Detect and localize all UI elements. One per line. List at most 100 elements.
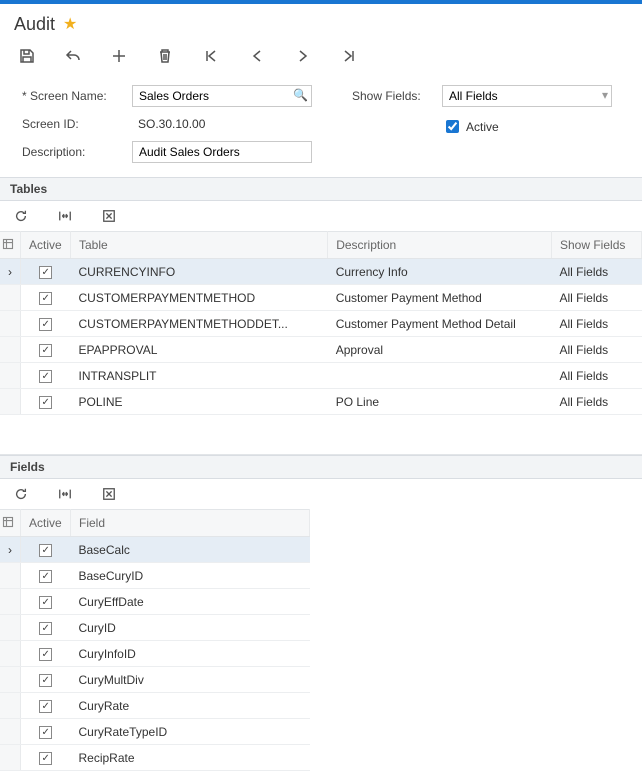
tables-col-showfields[interactable]: Show Fields — [552, 232, 642, 259]
row-description: PO Line — [328, 389, 552, 415]
favorite-star-icon[interactable]: ★ — [63, 17, 77, 33]
fields-col-field[interactable]: Field — [71, 510, 310, 537]
refresh-icon[interactable] — [12, 207, 30, 225]
row-active-checkbox[interactable] — [39, 318, 52, 331]
table-row[interactable]: CuryInfoID — [0, 641, 310, 667]
row-description: Currency Info — [328, 259, 552, 285]
screen-name-input[interactable] — [132, 85, 312, 107]
row-active-checkbox[interactable] — [39, 266, 52, 279]
row-field-name: RecipRate — [71, 745, 310, 771]
fit-columns-icon[interactable] — [56, 207, 74, 225]
row-active-checkbox[interactable] — [39, 292, 52, 305]
undo-icon[interactable] — [64, 47, 82, 65]
row-description: Customer Payment Method Detail — [328, 311, 552, 337]
row-table-name: CURRENCYINFO — [71, 259, 328, 285]
fields-grid-toolbar — [0, 479, 642, 509]
table-row[interactable]: ›CURRENCYINFOCurrency InfoAll Fields — [0, 259, 642, 285]
row-show-fields: All Fields — [552, 285, 642, 311]
refresh-icon[interactable] — [12, 485, 30, 503]
table-row[interactable]: CuryID — [0, 615, 310, 641]
export-icon[interactable] — [100, 207, 118, 225]
row-show-fields: All Fields — [552, 311, 642, 337]
table-row[interactable]: › BaseCalc — [0, 537, 310, 563]
show-fields-select[interactable] — [442, 85, 612, 107]
table-row[interactable]: INTRANSPLITAll Fields — [0, 363, 642, 389]
row-selector[interactable] — [0, 311, 21, 337]
row-field-name: CuryRateTypeID — [71, 719, 310, 745]
show-fields-label: Show Fields: — [352, 89, 432, 103]
row-active-checkbox[interactable] — [39, 596, 52, 609]
row-selector[interactable] — [0, 667, 21, 693]
row-description: Approval — [328, 337, 552, 363]
table-row[interactable]: CuryRateTypeID — [0, 719, 310, 745]
row-active-checkbox[interactable] — [39, 396, 52, 409]
row-active-checkbox[interactable] — [39, 370, 52, 383]
active-checkbox-label: Active — [466, 120, 499, 134]
row-show-fields: All Fields — [552, 389, 642, 415]
row-show-fields: All Fields — [552, 337, 642, 363]
row-description: Customer Payment Method — [328, 285, 552, 311]
row-active-checkbox[interactable] — [39, 674, 52, 687]
tables-col-active[interactable]: Active — [21, 232, 71, 259]
row-selector[interactable] — [0, 641, 21, 667]
row-active-checkbox[interactable] — [39, 544, 52, 557]
table-row[interactable]: CuryMultDiv — [0, 667, 310, 693]
row-active-checkbox[interactable] — [39, 648, 52, 661]
row-selector[interactable] — [0, 615, 21, 641]
table-row[interactable]: CUSTOMERPAYMENTMETHODCustomer Payment Me… — [0, 285, 642, 311]
row-table-name: EPAPPROVAL — [71, 337, 328, 363]
tables-section-title: Tables — [0, 177, 642, 201]
fit-columns-icon[interactable] — [56, 485, 74, 503]
fields-col-active[interactable]: Active — [21, 510, 71, 537]
screen-name-label: Screen Name: — [22, 89, 122, 103]
table-row[interactable]: RecipRate — [0, 745, 310, 771]
tables-col-table[interactable]: Table — [71, 232, 328, 259]
screen-id-value: SO.30.10.00 — [132, 117, 205, 131]
table-row[interactable]: CuryEffDate — [0, 589, 310, 615]
row-field-name: CuryInfoID — [71, 641, 310, 667]
row-menu-header[interactable] — [0, 510, 21, 537]
row-selector[interactable] — [0, 563, 21, 589]
row-active-checkbox[interactable] — [39, 622, 52, 635]
row-description — [328, 363, 552, 389]
row-selector[interactable] — [0, 363, 21, 389]
row-active-checkbox[interactable] — [39, 344, 52, 357]
row-table-name: POLINE — [71, 389, 328, 415]
last-icon[interactable] — [340, 47, 358, 65]
table-row[interactable]: CuryRate — [0, 693, 310, 719]
row-active-checkbox[interactable] — [39, 726, 52, 739]
row-show-fields: All Fields — [552, 363, 642, 389]
row-field-name: BaseCuryID — [71, 563, 310, 589]
first-icon[interactable] — [202, 47, 220, 65]
active-checkbox[interactable] — [446, 120, 459, 133]
table-row[interactable]: POLINEPO LineAll Fields — [0, 389, 642, 415]
delete-icon[interactable] — [156, 47, 174, 65]
table-row[interactable]: EPAPPROVALApprovalAll Fields — [0, 337, 642, 363]
prev-icon[interactable] — [248, 47, 266, 65]
row-selector[interactable]: › — [0, 259, 21, 285]
next-icon[interactable] — [294, 47, 312, 65]
table-row[interactable]: CUSTOMERPAYMENTMETHODDET...Customer Paym… — [0, 311, 642, 337]
row-selector[interactable] — [0, 719, 21, 745]
save-icon[interactable] — [18, 47, 36, 65]
row-field-name: CuryMultDiv — [71, 667, 310, 693]
row-selector[interactable] — [0, 589, 21, 615]
tables-col-description[interactable]: Description — [328, 232, 552, 259]
description-input[interactable] — [132, 141, 312, 163]
export-icon[interactable] — [100, 485, 118, 503]
row-selector[interactable]: › — [0, 537, 21, 563]
row-selector[interactable] — [0, 285, 21, 311]
row-active-checkbox[interactable] — [39, 700, 52, 713]
table-row[interactable]: BaseCuryID — [0, 563, 310, 589]
row-active-checkbox[interactable] — [39, 752, 52, 765]
row-selector[interactable] — [0, 693, 21, 719]
row-menu-header[interactable] — [0, 232, 21, 259]
row-selector[interactable] — [0, 745, 21, 771]
row-selector[interactable] — [0, 337, 21, 363]
screen-id-label: Screen ID: — [22, 117, 122, 131]
row-active-checkbox[interactable] — [39, 570, 52, 583]
add-icon[interactable] — [110, 47, 128, 65]
row-selector[interactable] — [0, 389, 21, 415]
row-field-name: CuryRate — [71, 693, 310, 719]
row-field-name: BaseCalc — [71, 537, 310, 563]
